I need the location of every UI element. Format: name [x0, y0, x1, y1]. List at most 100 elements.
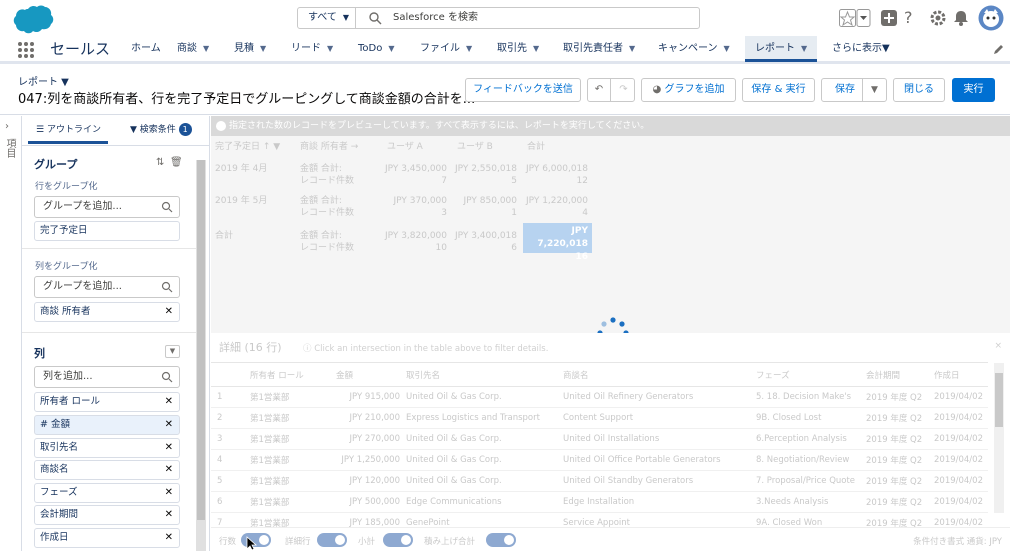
close-icon[interactable]: × — [994, 341, 1002, 351]
footer-right-info[interactable]: 条件付き書式 通貨: JPY — [913, 535, 1002, 547]
search-placeholder[interactable]: Salesforce を検索 — [393, 8, 478, 28]
chevron-down-icon[interactable]: ▼ — [801, 44, 807, 53]
table-row[interactable]: 3 第1営業部 JPY 270,000 United Oil & Gas Corp. U… — [211, 428, 988, 450]
close-button[interactable]: 閉じる — [893, 78, 945, 102]
object-label[interactable]: レポート ▼ — [18, 73, 69, 88]
column-header[interactable]: 金額 — [330, 362, 400, 387]
tab-quotes[interactable]: 見積 ▼ — [234, 36, 266, 62]
matrix-value[interactable]: JPY 370,000 — [379, 195, 447, 207]
matrix-value[interactable]: 1 — [449, 207, 517, 219]
matrix-value[interactable]: 10 — [379, 242, 447, 254]
matrix-value[interactable]: 3 — [379, 207, 447, 219]
fields-tab-label[interactable]: 項目 — [4, 138, 17, 158]
detail-rows-toggle[interactable] — [317, 533, 347, 547]
add-icon[interactable] — [880, 9, 898, 27]
edit-nav-icon[interactable] — [992, 42, 1004, 56]
group-col-pill[interactable]: 商談 所有者 ✕ — [34, 302, 180, 322]
panel-scrollbar[interactable] — [196, 160, 206, 551]
columns-input[interactable]: 列を追加... — [34, 366, 180, 388]
bell-icon[interactable] — [952, 9, 970, 27]
matrix-value[interactable]: 12 — [519, 175, 588, 187]
tab-campaigns[interactable]: キャンペーン ▼ — [658, 36, 730, 62]
close-icon[interactable]: ✕ — [165, 461, 173, 479]
save-run-button[interactable]: 保存 & 実行 — [742, 78, 815, 102]
tab-contacts[interactable]: 取引先責任者 ▼ — [563, 36, 635, 62]
group-cols-input[interactable]: グループを追加... — [34, 276, 180, 298]
add-chart-button[interactable]: ◕ グラフを追加 — [641, 78, 736, 102]
column-pill[interactable]: 取引先名 ✕ — [34, 438, 180, 458]
chevron-down-icon[interactable]: ▼ — [724, 44, 730, 53]
matrix-value[interactable]: 4 — [519, 207, 588, 219]
matrix-value[interactable]: JPY 3,820,000 — [379, 230, 447, 242]
column-header[interactable]: フェーズ — [750, 362, 860, 387]
matrix-header[interactable]: 商談 所有者 → — [300, 141, 358, 153]
avatar[interactable] — [978, 5, 1004, 31]
column-pill[interactable]: フェーズ ✕ — [34, 483, 180, 503]
run-button[interactable]: 実行 — [952, 78, 995, 102]
gear-icon[interactable] — [929, 9, 947, 27]
scrollbar-thumb[interactable] — [197, 160, 205, 520]
table-row[interactable]: 1 第1営業部 JPY 915,000 United Oil & Gas Corp. U… — [211, 386, 988, 408]
fields-panel-toggle[interactable]: › 項目 — [0, 116, 22, 551]
matrix-value[interactable]: JPY 6,000,018 — [519, 163, 588, 175]
column-pill[interactable]: 商談名 ✕ — [34, 460, 180, 480]
matrix-header[interactable]: 完了予定日 ↑ ▼ — [215, 141, 280, 153]
close-icon[interactable]: ✕ — [165, 393, 173, 411]
tab-todo[interactable]: ToDo ▼ — [358, 36, 395, 62]
matrix-header[interactable]: ユーザ A — [387, 141, 423, 153]
redo-icon[interactable]: ↷ — [612, 79, 635, 101]
chevron-down-icon[interactable]: ▼ — [533, 44, 539, 53]
table-row[interactable]: 5 第1営業部 JPY 120,000 United Oil & Gas Corp. U… — [211, 470, 988, 492]
scrollbar-thumb[interactable] — [995, 373, 1003, 427]
tab-accounts[interactable]: 取引先 ▼ — [497, 36, 539, 62]
column-header[interactable]: 商談名 — [557, 362, 750, 387]
table-row[interactable]: 4 第1営業部 JPY 1,250,000 United Oil & Gas Corp… — [211, 449, 988, 471]
chevron-down-icon[interactable]: ▼ — [327, 44, 333, 53]
close-icon[interactable]: ✕ — [165, 303, 173, 321]
tab-outline[interactable]: ☰ アウトライン — [28, 116, 108, 144]
matrix-value[interactable]: 7 — [379, 175, 447, 187]
matrix-value[interactable]: JPY 2,550,018 — [449, 163, 517, 175]
tab-leads[interactable]: リード ▼ — [291, 36, 333, 62]
column-header[interactable]: 所有者 ロール — [244, 362, 330, 387]
table-row[interactable]: 6 第1営業部 JPY 500,000 Edge Communications Edge… — [211, 491, 988, 513]
chevron-down-icon[interactable]: ▼ — [466, 44, 472, 53]
close-icon[interactable]: ✕ — [165, 484, 173, 502]
column-header[interactable]: 取引先名 — [400, 362, 557, 387]
app-launcher-icon[interactable] — [17, 41, 35, 59]
matrix-value[interactable]: 6 — [449, 242, 517, 254]
tab-opportunities[interactable]: 商談 ▼ — [177, 36, 209, 62]
chevron-down-icon[interactable]: ▼ — [203, 44, 209, 53]
tab-home[interactable]: ホーム — [131, 36, 161, 62]
chevron-down-icon[interactable]: ▼ — [629, 44, 635, 53]
matrix-value[interactable]: JPY 3,400,018 — [449, 230, 517, 242]
matrix-value[interactable]: JPY 1,220,000 — [519, 195, 588, 207]
grand-total-cell[interactable]: JPY 7,220,018 16 — [523, 223, 592, 262]
matrix-header[interactable]: ユーザ B — [457, 141, 493, 153]
chevron-down-icon[interactable]: ▼ — [388, 44, 394, 53]
column-header[interactable]: 会計期間 — [860, 362, 928, 387]
column-pill[interactable]: # 金額 ✕ — [34, 415, 180, 435]
tab-reports[interactable]: レポート ▼ — [745, 36, 818, 62]
grand-total-toggle[interactable] — [486, 533, 516, 547]
matrix-value[interactable]: 5 — [449, 175, 517, 187]
help-icon[interactable]: ? — [904, 9, 922, 27]
salesforce-logo[interactable] — [10, 4, 54, 34]
tab-filters[interactable]: ▼ 検索条件 1 — [130, 116, 208, 144]
column-header[interactable]: 作成日 — [928, 362, 988, 387]
undo-icon[interactable]: ↶ — [588, 79, 611, 101]
swap-icon[interactable]: ⇅ — [156, 157, 164, 168]
close-icon[interactable]: ✕ — [165, 506, 173, 524]
group-rows-input[interactable]: グループを追加... — [34, 196, 180, 218]
group-row-pill[interactable]: 完了予定日 — [34, 221, 180, 241]
matrix-value[interactable]: JPY 3,450,000 — [379, 163, 447, 175]
table-row[interactable]: 2 第1営業部 JPY 210,000 Express Logistics and T… — [211, 407, 988, 429]
save-button[interactable]: 保存 ▼ — [821, 78, 887, 102]
close-icon[interactable]: ✕ — [165, 416, 173, 434]
chevron-down-icon[interactable]: ▼ — [165, 345, 180, 358]
close-icon[interactable]: ✕ — [165, 529, 173, 547]
tab-files[interactable]: ファイル ▼ — [420, 36, 472, 62]
favorites-icon[interactable] — [839, 9, 871, 27]
chevron-right-icon[interactable]: › — [5, 121, 9, 132]
global-search[interactable]: すべて ▼ Salesforce を検索 — [297, 7, 700, 29]
